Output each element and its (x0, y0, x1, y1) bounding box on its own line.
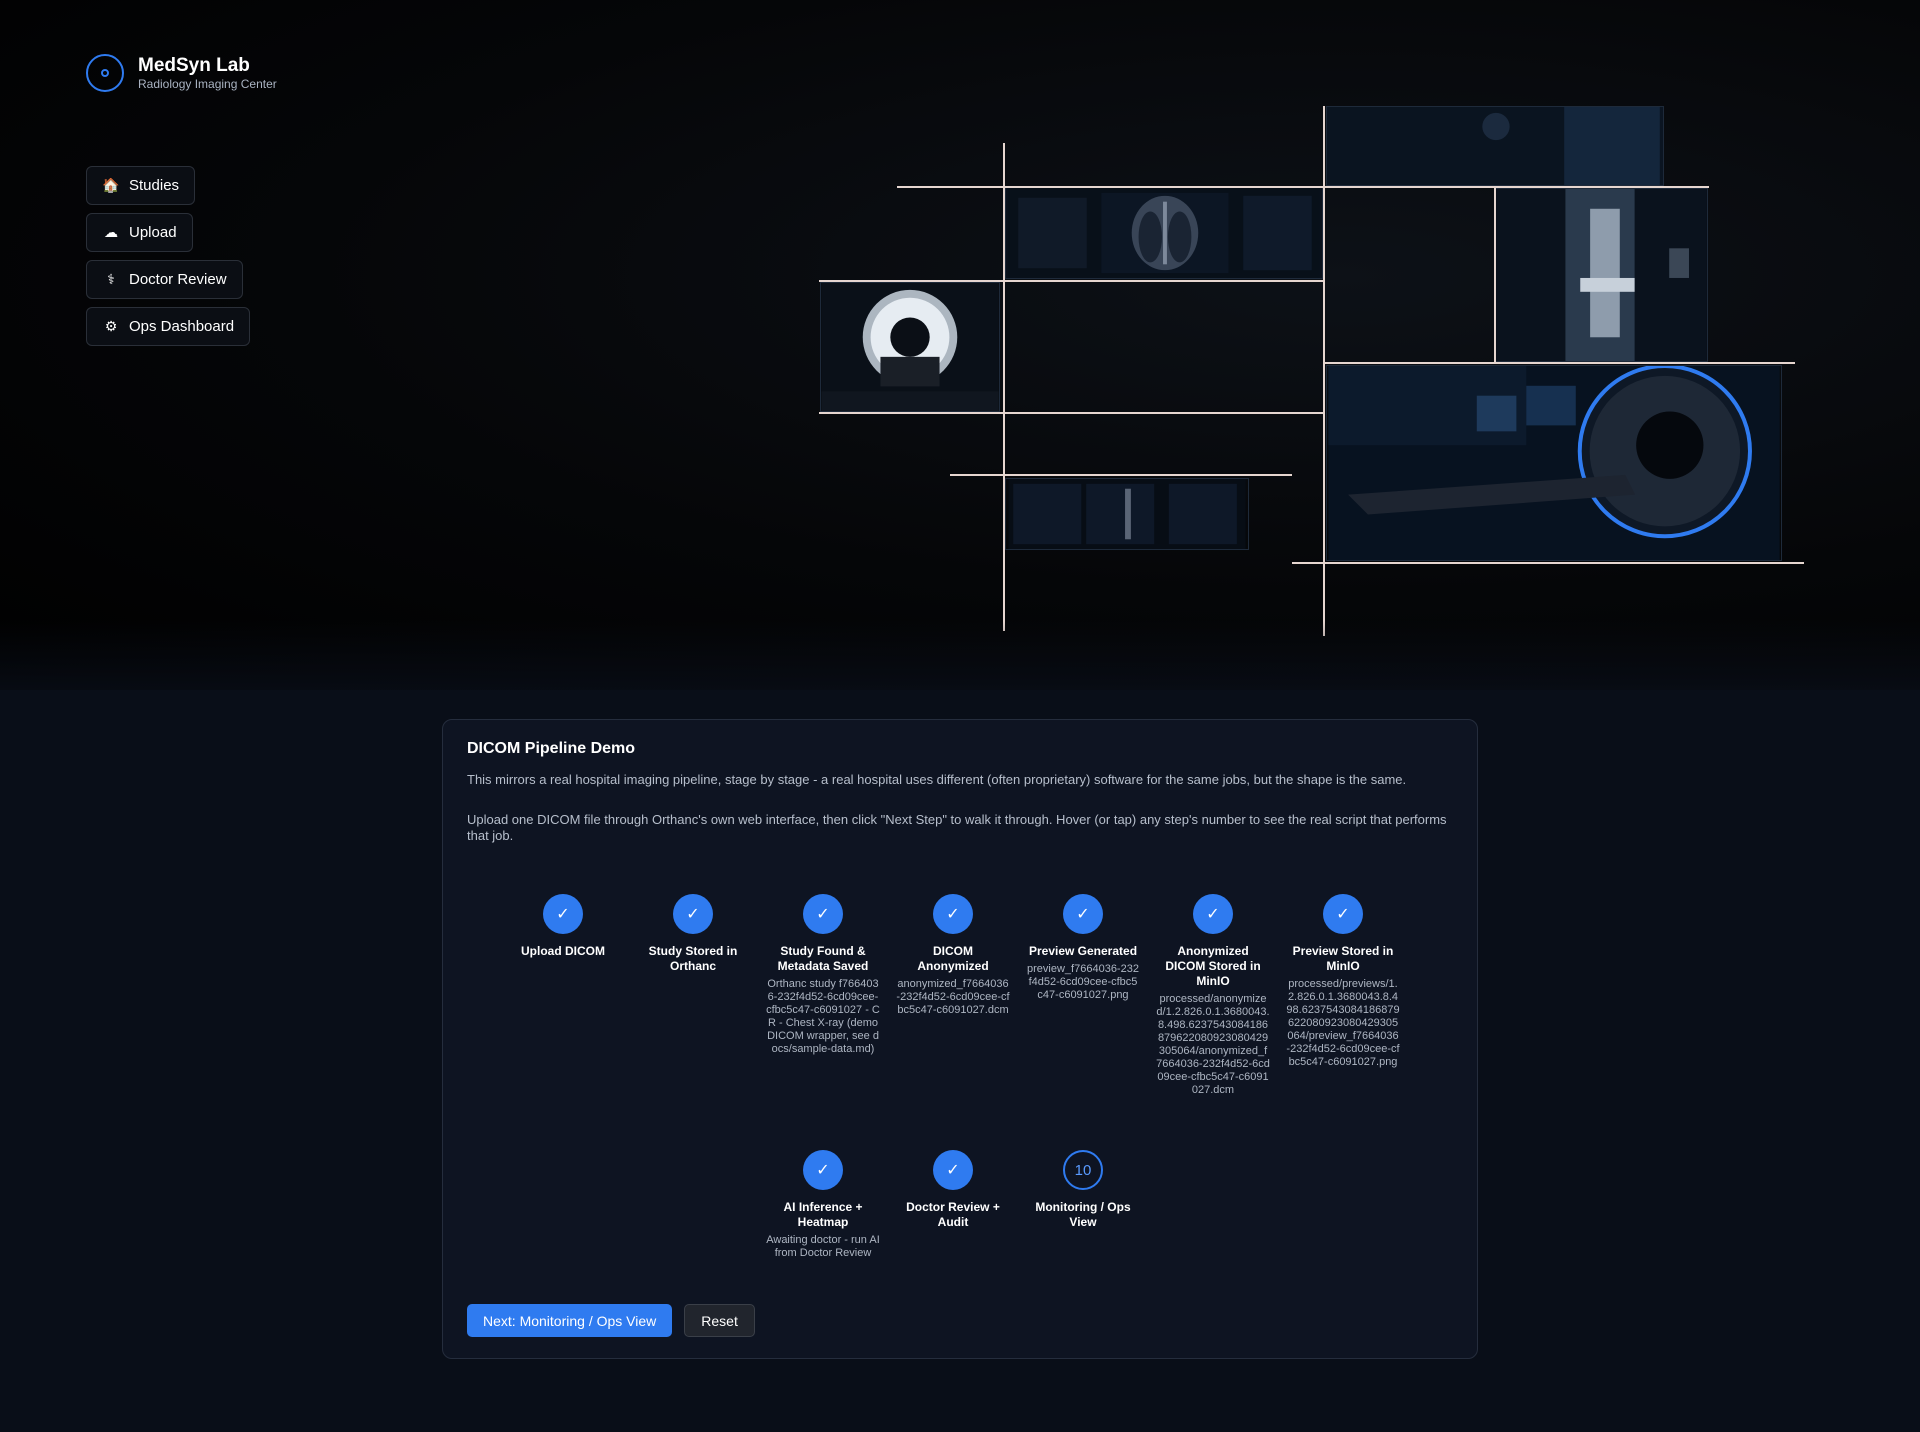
step-label: Study Found & Metadata Saved (777, 944, 869, 973)
pipeline-step: ✓ Study Stored in Orthanc (636, 894, 750, 978)
nav-studies-button[interactable]: 🏠 Studies (86, 166, 196, 205)
step-label: DICOM Anonymized (917, 944, 989, 973)
brand-name: MedSyn Lab (138, 54, 250, 76)
pipeline-demo-panel: DICOM Pipeline Demo This mirrors a real … (442, 719, 1478, 1359)
step-label: AI Inference + Heatmap (783, 1200, 863, 1229)
main-nav: 🏠 Studies ☁ Upload ⚕ Doctor Review ⚙ Ops… (86, 166, 251, 346)
step-number-1[interactable]: ✓ (543, 894, 583, 934)
step-number-4[interactable]: ✓ (933, 894, 973, 934)
pipeline-actions: Next: Monitoring / Ops View Reset (467, 1304, 755, 1337)
step-number-7[interactable]: ✓ (1323, 894, 1363, 934)
step-label: Study Stored in Orthanc (648, 944, 738, 973)
hero-image-collage (0, 0, 1920, 690)
pipeline-instructions: Upload one DICOM file through Orthanc's … (467, 812, 1447, 843)
nav-upload-button[interactable]: ☁ Upload (86, 213, 193, 252)
pipeline-step: ✓ Preview Generated preview_f7664036-232… (1026, 894, 1140, 1002)
reset-button[interactable]: Reset (684, 1304, 755, 1337)
step-detail: Orthanc study f7664036-232f4d52-6cd09cee… (766, 978, 880, 1055)
step-label: Preview Stored in MinIO (1292, 944, 1394, 973)
pipeline-step: ✓ Anonymized DICOM Stored in MinIO proce… (1156, 894, 1270, 1097)
step-number-10[interactable]: 10 (1063, 1150, 1103, 1190)
nav-studies-label: Studies (129, 177, 180, 194)
house-icon: 🏠 (102, 177, 120, 193)
nav-ops-dashboard-button[interactable]: ⚙ Ops Dashboard (86, 307, 251, 346)
next-step-button[interactable]: Next: Monitoring / Ops View (467, 1304, 673, 1337)
step-label: Doctor Review + Audit (906, 1200, 1000, 1229)
nav-doctor-review-label: Doctor Review (129, 271, 227, 288)
collage-line (950, 474, 1292, 476)
collage-line (897, 186, 1709, 188)
step-number-5[interactable]: ✓ (1063, 894, 1103, 934)
pipeline-step: ✓ Preview Stored in MinIO processed/prev… (1286, 894, 1400, 1069)
brand-header[interactable]: MedSyn Lab Radiology Imaging Center (86, 54, 277, 92)
ct-scanner-image (1326, 365, 1782, 561)
pipeline-step: ✓ Upload DICOM (506, 894, 620, 963)
pipeline-step: ✓ DICOM Anonymized anonymized_f7664036-2… (896, 894, 1010, 1017)
collage-line (1003, 143, 1005, 631)
pipeline-step: ✓ Study Found & Metadata Saved Orthanc s… (766, 894, 880, 1056)
nav-upload-label: Upload (129, 224, 177, 241)
mri-machine-image (820, 282, 1000, 412)
step-label: Preview Generated (1028, 944, 1138, 958)
collage-line (1325, 362, 1795, 364)
collage-line (1323, 106, 1325, 636)
step-label: Anonymized DICOM Stored in MinIO (1165, 944, 1261, 988)
step-detail: processed/anonymized/1.2.826.0.1.3680043… (1156, 993, 1270, 1096)
nav-doctor-review-button[interactable]: ⚕ Doctor Review (86, 260, 243, 299)
step-number-6[interactable]: ✓ (1193, 894, 1233, 934)
step-detail: Awaiting doctor - run AI from Doctor Rev… (766, 1234, 880, 1259)
collage-line (1292, 562, 1804, 564)
logo-icon (86, 54, 124, 92)
collage-line (819, 412, 1325, 414)
step-detail: processed/previews/1.2.826.0.1.3680043.8… (1286, 978, 1400, 1068)
imaging-screens-image (1005, 478, 1249, 550)
collage-line (819, 280, 1325, 282)
step-number-9[interactable]: ✓ (933, 1150, 973, 1190)
gear-icon: ⚙ (104, 318, 118, 334)
nav-ops-dashboard-label: Ops Dashboard (129, 318, 235, 335)
pipeline-step: 10 Monitoring / Ops View (1026, 1150, 1140, 1234)
cloud-icon: ☁ (104, 224, 118, 240)
step-number-8[interactable]: ✓ (803, 1150, 843, 1190)
collage-line (1494, 188, 1496, 362)
step-detail: anonymized_f7664036-232f4d52-6cd09cee-cf… (896, 978, 1010, 1016)
pipeline-title: DICOM Pipeline Demo (467, 740, 636, 757)
step-detail: preview_f7664036-232f4d52-6cd09cee-cfbc5… (1027, 963, 1139, 1001)
step-number-2[interactable]: ✓ (673, 894, 713, 934)
mammography-unit-image (1495, 188, 1708, 362)
stethoscope-icon: ⚕ (107, 271, 115, 287)
step-number-3[interactable]: ✓ (803, 894, 843, 934)
step-label: Upload DICOM (521, 944, 605, 958)
scanner-room-image (1326, 106, 1664, 186)
brand-subtitle: Radiology Imaging Center (138, 76, 277, 91)
step-label: Monitoring / Ops View (1035, 1200, 1131, 1229)
pipeline-step: ✓ AI Inference + Heatmap Awaiting doctor… (766, 1150, 880, 1260)
xray-gallery-image (1005, 187, 1323, 279)
pipeline-step: ✓ Doctor Review + Audit (896, 1150, 1010, 1234)
pipeline-intro: This mirrors a real hospital imaging pip… (467, 772, 1407, 787)
